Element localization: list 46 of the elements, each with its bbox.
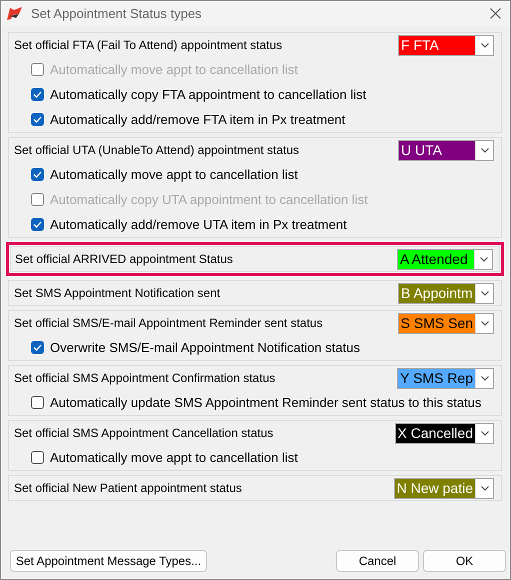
checkbox-label: Automatically move appt to cancellation list bbox=[50, 167, 298, 182]
checkbox-label: Overwrite SMS/E-mail Appointment Notification status bbox=[50, 340, 360, 355]
setting-label: Set official SMS/E-mail Appointment Reminder sent status bbox=[14, 316, 323, 330]
setting-label: Set official FTA (Fail To Attend) appointment status bbox=[14, 38, 282, 52]
setting-label: Set official SMS Appointment Confirmation status bbox=[14, 371, 276, 385]
ok-button[interactable]: OK bbox=[423, 550, 506, 572]
setting-label: Set official ARRIVED appointment Status bbox=[15, 252, 233, 266]
checkbox-label: Automatically add/remove UTA item in Px treatment bbox=[50, 217, 347, 232]
setting-label: Set official SMS Appointment Cancellation status bbox=[14, 426, 274, 440]
checkbox[interactable] bbox=[31, 168, 44, 181]
chevron-down-icon bbox=[480, 430, 488, 436]
setting-label: Set official New Patient appointment status bbox=[14, 481, 242, 495]
chevron-down-icon bbox=[480, 486, 488, 490]
window-title: Set Appointment Status types bbox=[31, 6, 203, 21]
chevron-down-icon bbox=[480, 42, 488, 48]
status-dropdown[interactable]: X Cancelled bbox=[394, 422, 494, 444]
status-dropdown[interactable]: Y SMS Rep bbox=[397, 368, 494, 388]
cancel-button[interactable]: Cancel bbox=[336, 550, 419, 572]
status-dropdown[interactable]: U UTA bbox=[398, 140, 494, 160]
checkbox[interactable] bbox=[31, 113, 44, 126]
status-dropdown[interactable]: S SMS Sen bbox=[398, 312, 494, 334]
chevron-down-icon bbox=[480, 320, 488, 326]
checkbox-label: Automatically add/remove FTA item in Px treatment bbox=[50, 112, 346, 127]
chevron-down-icon bbox=[480, 376, 488, 380]
checkbox[interactable] bbox=[31, 88, 44, 101]
chevron-down-icon bbox=[480, 290, 488, 296]
setting-label: Set SMS Appointment Notification sent bbox=[14, 286, 220, 300]
status-dropdown[interactable]: N New patie bbox=[394, 478, 494, 498]
checkbox[interactable] bbox=[31, 396, 44, 409]
checkbox-label: Automatically move appt to cancellation list bbox=[50, 450, 298, 465]
app-logo-icon bbox=[7, 7, 23, 20]
checkbox-label: Automatically copy UTA appointment to cancellation list bbox=[50, 192, 368, 207]
chevron-down-icon bbox=[480, 256, 488, 262]
message-types-button[interactable]: Set Appointment Message Types... bbox=[10, 550, 207, 572]
chevron-down-icon bbox=[480, 148, 488, 152]
checkbox[interactable] bbox=[31, 218, 44, 231]
status-dropdown[interactable]: B Appointm bbox=[398, 282, 494, 304]
checkbox-label: Automatically copy FTA appointment to cancellation list bbox=[50, 87, 366, 102]
checkbox[interactable] bbox=[31, 341, 44, 354]
checkbox[interactable] bbox=[31, 451, 44, 464]
close-icon bbox=[490, 8, 500, 19]
status-dropdown[interactable]: A Attended bbox=[397, 248, 493, 270]
checkbox-label: Automatically move appt to cancellation list bbox=[50, 62, 298, 77]
status-dropdown[interactable]: F FTA bbox=[398, 34, 494, 56]
setting-label: Set official UTA (UnableTo Attend) appointment status bbox=[14, 143, 300, 157]
checkbox-label: Automatically update SMS Appointment Reminder sent status to this status bbox=[50, 395, 482, 410]
